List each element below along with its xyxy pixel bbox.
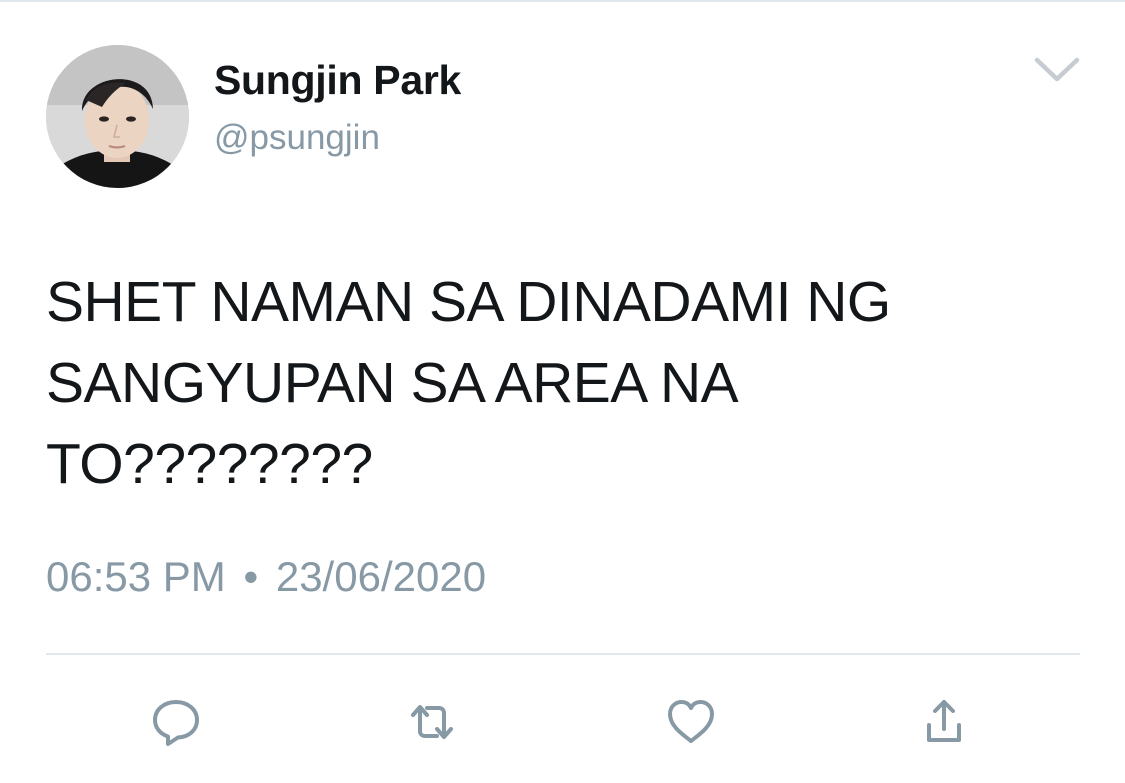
retweet-icon[interactable] xyxy=(405,695,459,749)
tweet-timestamp: 06:53 PM • 23/06/2020 xyxy=(46,553,486,601)
top-divider xyxy=(0,0,1125,2)
tweet-text-line: SANGYUPAN SA AREA NA xyxy=(46,351,739,415)
reply-icon[interactable] xyxy=(149,695,203,749)
tweet-date: 23/06/2020 xyxy=(275,553,487,600)
tweet-time: 06:53 PM xyxy=(46,553,226,600)
meta-separator: • xyxy=(243,553,259,600)
avatar-image xyxy=(46,45,189,188)
user-handle[interactable]: @psungjin xyxy=(214,118,380,158)
tweet-text-line: SHET NAMAN SA DINADAMI NG xyxy=(46,270,891,334)
avatar[interactable] xyxy=(46,45,189,188)
share-icon[interactable] xyxy=(917,695,971,749)
action-bar-divider xyxy=(46,653,1080,655)
tweet-text-line: TO???????? xyxy=(46,432,373,496)
like-icon[interactable] xyxy=(664,695,718,749)
chevron-down-icon[interactable] xyxy=(1031,50,1083,90)
display-name[interactable]: Sungjin Park xyxy=(214,57,461,104)
tweet-text: SHET NAMAN SA DINADAMI NG SANGYUPAN SA A… xyxy=(46,262,1066,505)
